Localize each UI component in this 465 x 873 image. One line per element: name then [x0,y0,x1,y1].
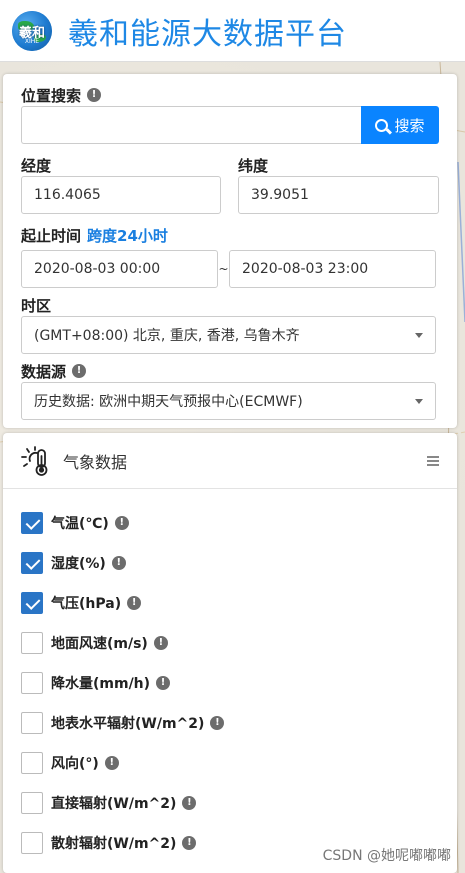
list-item[interactable]: 湿度(%) ! [21,543,457,583]
info-icon[interactable]: ! [114,516,129,530]
thermometer-sun-icon [21,445,48,476]
logo[interactable]: 羲和 XIHE [12,10,52,51]
list-item[interactable]: 气压(hPa) ! [21,583,457,623]
info-icon[interactable]: ! [127,596,142,610]
weather-panel-header: 气象数据 [3,433,457,489]
search-button[interactable]: 搜索 [361,106,439,144]
info-icon[interactable]: ! [156,676,171,690]
longitude-field[interactable]: 116.4065 [21,176,221,214]
checkbox[interactable] [21,752,43,774]
datasource-select[interactable]: 历史数据: 欧洲中期天气预报中心(ECMWF) [21,382,436,420]
chevron-down-icon [415,398,423,404]
info-icon[interactable]: ! [87,88,102,102]
time-separator: ~ [218,262,229,276]
datasource-label: 数据源 ! [21,360,439,382]
info-icon[interactable]: ! [182,796,197,810]
weather-data-panel: 气象数据 气温(℃) ! 湿度(%) ! 气压(hPa) ! 地面风速(m/s)… [3,433,457,873]
list-item[interactable]: 地面风速(m/s) ! [21,623,457,663]
longitude-label: 经度 [21,156,52,175]
logo-subtext: XIHE [24,37,40,45]
end-time-field[interactable]: 2020-08-03 23:00 [229,250,436,288]
menu-icon[interactable] [427,455,439,466]
info-icon[interactable]: ! [111,556,126,570]
checkbox[interactable] [21,512,43,534]
checkbox[interactable] [21,792,43,814]
checkbox[interactable] [21,672,43,694]
location-search-input[interactable] [21,106,361,144]
location-search-label: 位置搜索 ! [21,84,439,106]
timezone-select[interactable]: (GMT+08:00) 北京, 重庆, 香港, 乌鲁木齐 [21,316,436,354]
chevron-down-icon [415,332,423,338]
latitude-label: 纬度 [238,156,269,175]
list-item[interactable]: 地表水平辐射(W/m^2) ! [21,703,457,743]
weather-panel-title: 气象数据 [63,452,128,472]
checkbox[interactable] [21,632,43,654]
time-span-link[interactable]: 跨度24小时 [87,225,168,246]
list-item[interactable]: 降水量(mm/h) ! [21,663,457,703]
info-icon[interactable]: ! [153,636,168,650]
info-icon[interactable]: ! [182,836,197,850]
app-header: 羲和 XIHE 羲和能源大数据平台 [0,0,465,62]
app-title: 羲和能源大数据平台 [68,16,347,52]
checkbox[interactable] [21,592,43,614]
start-time-field[interactable]: 2020-08-03 00:00 [21,250,218,288]
checkbox[interactable] [21,712,43,734]
search-icon [375,118,389,132]
query-panel: 位置搜索 ! 搜索 经度 116.4065 纬度 39.9051 起止时间 跨度… [3,74,457,428]
info-icon[interactable]: ! [72,364,87,378]
time-range-label: 起止时间 跨度24小时 [21,225,168,246]
weather-variable-list: 气温(℃) ! 湿度(%) ! 气压(hPa) ! 地面风速(m/s) ! 降水… [3,489,457,863]
info-icon[interactable]: ! [104,756,119,770]
checkbox[interactable] [21,552,43,574]
checkbox[interactable] [21,832,43,854]
list-item[interactable]: 气温(℃) ! [21,503,457,543]
list-item[interactable]: 直接辐射(W/m^2) ! [21,783,457,823]
latitude-field[interactable]: 39.9051 [238,176,439,214]
timezone-label: 时区 [21,296,52,315]
info-icon[interactable]: ! [210,716,225,730]
location-search: 搜索 [21,106,439,144]
list-item[interactable]: 风向(°) ! [21,743,457,783]
watermark: CSDN @她呢嘟嘟嘟 [322,848,451,864]
